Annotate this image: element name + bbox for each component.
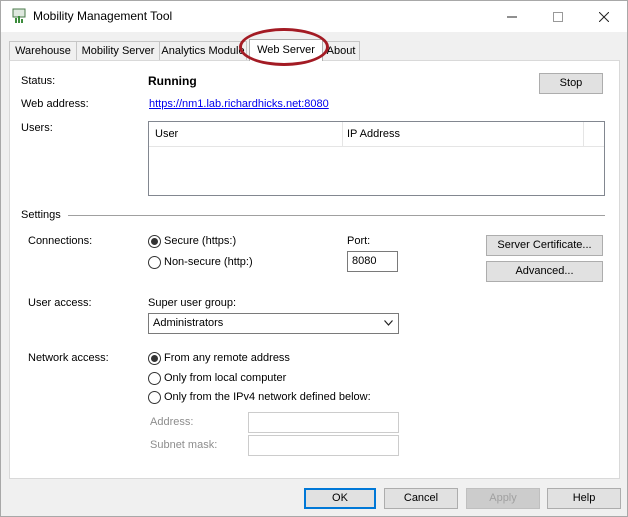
column-header-user[interactable]: User (155, 128, 178, 140)
column-divider (583, 122, 584, 146)
tab-warehouse[interactable]: Warehouse (9, 41, 77, 60)
network-access-label: Network access: (28, 352, 109, 364)
secure-radio-label[interactable]: Secure (https:) (164, 235, 236, 247)
help-button[interactable]: Help (547, 488, 621, 509)
app-icon (12, 8, 26, 23)
net-ipv4-radio[interactable] (148, 391, 161, 404)
net-any-radio[interactable] (148, 352, 161, 365)
users-label: Users: (21, 122, 53, 134)
web-server-panel: Status: Running Stop Web address: https:… (9, 60, 620, 479)
close-icon (599, 11, 609, 22)
tab-analytics-module[interactable]: Analytics Module (159, 41, 247, 60)
users-list-header: User IP Address (149, 122, 604, 147)
address-input[interactable] (248, 412, 399, 433)
non-secure-radio[interactable] (148, 256, 161, 269)
super-user-group-value: Administrators (153, 317, 224, 329)
chevron-down-icon (384, 320, 393, 326)
user-access-label: User access: (28, 297, 92, 309)
close-button[interactable] (581, 1, 627, 32)
port-label: Port: (347, 235, 371, 247)
status-label: Status: (21, 75, 56, 87)
connections-label: Connections: (28, 235, 93, 247)
cancel-button[interactable]: Cancel (384, 488, 458, 509)
port-input[interactable]: 8080 (347, 251, 398, 272)
column-header-ip-address[interactable]: IP Address (347, 128, 400, 140)
tab-about[interactable]: About (322, 41, 360, 60)
super-user-group-label: Super user group: (148, 297, 237, 309)
net-local-radio[interactable] (148, 372, 161, 385)
web-address-link[interactable]: https://nm1.lab.richardhicks.net:8080 (149, 98, 329, 110)
advanced-button[interactable]: Advanced... (486, 261, 603, 282)
net-local-label[interactable]: Only from local computer (164, 372, 286, 384)
users-list[interactable]: User IP Address (148, 121, 605, 196)
subnet-mask-input[interactable] (248, 435, 399, 456)
tab-mobility-server[interactable]: Mobility Server (76, 41, 160, 60)
window-title: Mobility Management Tool (33, 9, 173, 23)
stop-button[interactable]: Stop (539, 73, 603, 94)
ok-button[interactable]: OK (304, 488, 376, 509)
super-user-group-select[interactable]: Administrators (148, 313, 399, 334)
maximize-icon (553, 11, 563, 22)
apply-button[interactable]: Apply (466, 488, 540, 509)
secure-radio[interactable] (148, 235, 161, 248)
address-label: Address: (150, 416, 194, 428)
non-secure-radio-label[interactable]: Non-secure (http:) (164, 256, 253, 268)
net-any-label[interactable]: From any remote address (164, 352, 290, 364)
title-bar: Mobility Management Tool (1, 1, 627, 32)
net-ipv4-label[interactable]: Only from the IPv4 network defined below… (164, 391, 371, 403)
minimize-button[interactable] (489, 1, 535, 32)
minimize-icon (507, 16, 517, 17)
web-address-label: Web address: (21, 98, 89, 110)
subnet-mask-label: Subnet mask: (150, 439, 218, 451)
status-value: Running (148, 74, 197, 88)
main-window: Mobility Management Tool Warehouse Mobil… (0, 0, 628, 517)
tab-web-server[interactable]: Web Server (249, 39, 323, 61)
settings-heading: Settings (21, 209, 61, 221)
server-certificate-button[interactable]: Server Certificate... (486, 235, 603, 256)
settings-divider (68, 215, 605, 216)
maximize-button[interactable] (535, 1, 581, 32)
column-divider (342, 122, 343, 146)
